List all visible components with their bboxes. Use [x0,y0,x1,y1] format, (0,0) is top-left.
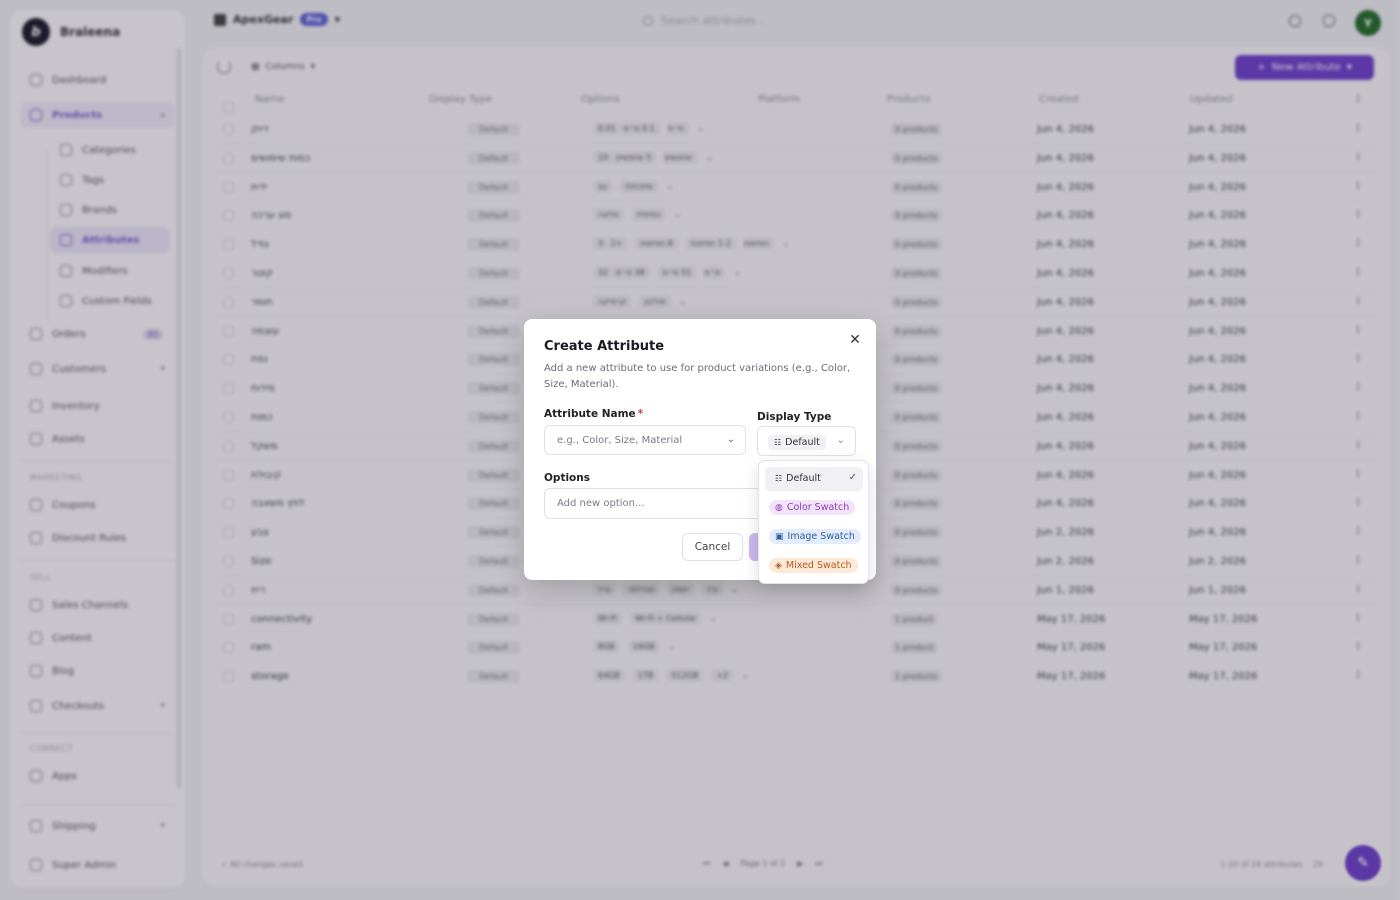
color-swatch-chip: ◍ Color Swatch [769,500,856,515]
options-input[interactable]: Add new option... [544,488,794,519]
check-icon: ✓ [848,472,857,483]
close-icon[interactable]: ✕ [846,331,864,349]
chevron-down-icon: ⌄ [836,435,845,446]
dropdown-option-default[interactable]: ☷ Default ✓ [765,467,863,491]
display-type-value: ☷ Default [768,435,826,450]
option-label: Mixed Swatch [785,560,852,571]
display-type-dropdown: ☷ Default ✓ ◍ Color Swatch ▣ Image Swatc… [758,460,869,584]
display-type-select[interactable]: ☷ Default ⌄ [757,426,856,456]
dropdown-option-mixed-swatch[interactable]: ◈ Mixed Swatch [765,554,863,578]
dropdown-option-color-swatch[interactable]: ◍ Color Swatch [765,496,863,520]
option-label: Color Swatch [786,502,850,513]
attribute-name-label: Attribute Name * [544,408,643,420]
cancel-button[interactable]: Cancel [682,533,743,561]
display-type-label: Display Type [757,411,832,423]
default-chip: ☷ Default [769,471,827,486]
dropdown-option-image-swatch[interactable]: ▣ Image Swatch [765,525,863,549]
layers-icon: ◈ [775,560,782,571]
option-label: Image Swatch [787,531,855,542]
attribute-name-placeholder: e.g., Color, Size, Material [557,434,683,446]
option-label: Default [786,473,821,484]
image-icon: ▣ [775,531,784,542]
options-placeholder: Add new option... [557,498,645,509]
attribute-name-label-text: Attribute Name [544,408,636,420]
image-swatch-chip: ▣ Image Swatch [769,529,861,544]
display-type-value-text: Default [785,437,820,448]
palette-icon: ◍ [775,502,783,513]
mixed-swatch-chip: ◈ Mixed Swatch [769,558,858,573]
dialog-description: Add a new attribute to use for product v… [544,363,851,390]
required-marker: * [637,408,644,420]
default-type-icon: ☷ [774,438,782,447]
attribute-name-input[interactable]: e.g., Color, Size, Material ⌄ [544,425,746,455]
default-type-icon: ☷ [775,474,783,483]
dialog-title: Create Attribute [544,339,665,354]
chevron-down-icon[interactable]: ⌄ [727,434,735,445]
options-label: Options [544,472,590,484]
